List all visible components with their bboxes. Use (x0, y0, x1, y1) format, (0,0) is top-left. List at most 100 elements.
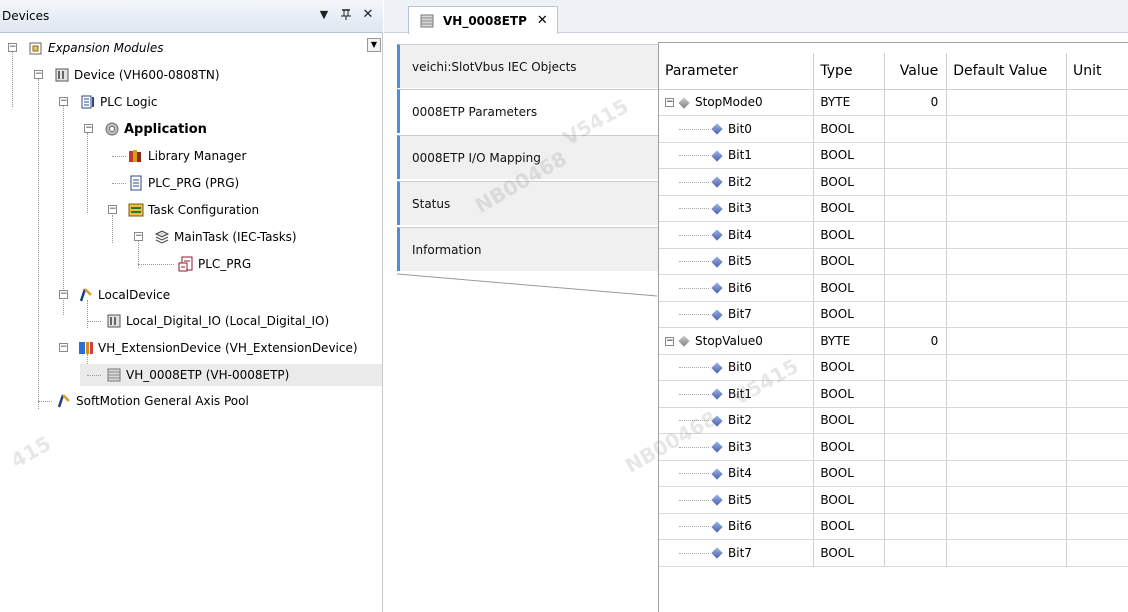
tree-item-plc-prg[interactable]: PLC_PRG (PRG) (0, 172, 239, 194)
parameter-row[interactable]: Bit0 BOOL (659, 354, 1128, 381)
collapse-icon[interactable]: − (134, 232, 143, 241)
tree-item-plc-prg-call[interactable]: PLC_PRG (0, 253, 251, 275)
tree-item-plc-logic[interactable]: − PLC Logic (0, 91, 157, 113)
tab-0008etp-parameters[interactable]: 0008ETP Parameters (397, 89, 658, 133)
collapse-icon[interactable]: − (59, 97, 68, 106)
tree-dropdown-icon[interactable]: ▼ (367, 38, 381, 52)
parameter-name-cell[interactable]: − StopMode0 (659, 89, 815, 116)
collapse-icon[interactable]: − (84, 124, 93, 133)
column-header-parameter[interactable]: Parameter (659, 53, 815, 90)
collapse-icon[interactable]: − (108, 205, 117, 214)
tree-item-library-manager[interactable]: Library Manager (0, 145, 246, 167)
tree-item-localdevice[interactable]: − LocalDevice (0, 284, 170, 306)
tab-0008etp-io-mapping[interactable]: 0008ETP I/O Mapping (397, 135, 658, 179)
parameter-value-cell[interactable] (884, 301, 948, 328)
parameter-value-cell[interactable] (884, 460, 948, 487)
parameter-name-cell[interactable]: − StopValue0 (659, 327, 815, 355)
close-tab-icon[interactable]: ✕ (537, 13, 548, 28)
parameter-value-cell[interactable] (884, 195, 948, 222)
bit-parameter-icon (711, 150, 723, 162)
tab-slotvbus-iec-objects[interactable]: veichi:SlotVbus IEC Objects (397, 44, 658, 88)
parameter-name-cell[interactable]: Bit0 (659, 115, 815, 143)
column-header-unit[interactable]: Unit (1066, 53, 1128, 90)
tree-item-task-configuration[interactable]: − Task Configuration (0, 199, 259, 221)
tree-item-maintask[interactable]: − MainTask (IEC-Tasks) (0, 226, 297, 248)
collapse-icon[interactable]: − (665, 336, 674, 346)
parameter-row[interactable]: Bit1 BOOL (659, 380, 1128, 408)
parameter-row[interactable]: Bit7 BOOL (659, 539, 1128, 567)
parameter-value-cell[interactable] (884, 433, 948, 461)
parameter-row[interactable]: Bit6 BOOL (659, 513, 1128, 540)
column-header-default-value[interactable]: Default Value (946, 53, 1068, 90)
parameter-value-cell[interactable] (884, 142, 948, 169)
parameter-row[interactable]: Bit7 BOOL (659, 301, 1128, 328)
tree-item-device[interactable]: − Device (VH600-0808TN) (0, 64, 220, 86)
tree-item-application[interactable]: − Application (0, 118, 207, 140)
tree-item-vh-extensiondevice[interactable]: − VH_ExtensionDevice (VH_ExtensionDevice… (0, 337, 358, 359)
parameter-value-cell[interactable] (884, 354, 948, 381)
parameter-row[interactable]: Bit3 BOOL (659, 195, 1128, 222)
parameter-unit-cell (1066, 195, 1128, 222)
parameter-name-cell[interactable]: Bit1 (659, 142, 815, 169)
column-header-type[interactable]: Type (813, 53, 886, 90)
parameter-value-cell[interactable] (884, 168, 948, 196)
parameter-group-row[interactable]: − StopValue0 BYTE 0 (659, 327, 1128, 355)
parameter-name-cell[interactable]: Bit3 (659, 433, 815, 461)
collapse-icon[interactable]: − (34, 70, 43, 79)
parameter-value-cell[interactable] (884, 115, 948, 143)
parameter-value-cell[interactable] (884, 513, 948, 540)
close-panel-icon[interactable]: ✕ (360, 7, 376, 23)
parameter-value-cell[interactable]: 0 (884, 89, 948, 116)
panel-menu-dropdown-icon[interactable]: ▼ (316, 7, 332, 23)
parameter-name-cell[interactable]: Bit6 (659, 274, 815, 302)
parameter-value-cell[interactable] (884, 486, 948, 514)
collapse-icon[interactable]: − (59, 290, 68, 299)
parameter-name-cell[interactable]: Bit6 (659, 513, 815, 540)
parameter-name-cell[interactable]: Bit2 (659, 407, 815, 434)
tree-item-vh-0008etp[interactable]: VH_0008ETP (VH-0008ETP) (80, 364, 382, 386)
tab-status[interactable]: Status (397, 181, 658, 225)
parameter-row[interactable]: Bit0 BOOL (659, 115, 1128, 143)
parameter-name-cell[interactable]: Bit7 (659, 539, 815, 567)
parameter-type-cell: BOOL (813, 248, 886, 275)
parameter-row[interactable]: Bit3 BOOL (659, 433, 1128, 461)
parameter-row[interactable]: Bit2 BOOL (659, 168, 1128, 196)
parameter-name-cell[interactable]: Bit7 (659, 301, 815, 328)
tree-item-expansion-modules[interactable]: − Expansion Modules (0, 37, 164, 59)
tree-item-label: Local_Digital_IO (Local_Digital_IO) (126, 314, 330, 328)
parameter-name-cell[interactable]: Bit0 (659, 354, 815, 381)
parameter-group-row[interactable]: − StopMode0 BYTE 0 (659, 89, 1128, 116)
parameter-value-cell[interactable] (884, 248, 948, 275)
parameter-name-cell[interactable]: Bit4 (659, 221, 815, 249)
parameter-row[interactable]: Bit5 BOOL (659, 248, 1128, 275)
tree-item-local-digital-io[interactable]: Local_Digital_IO (Local_Digital_IO) (0, 310, 329, 332)
parameter-row[interactable]: Bit5 BOOL (659, 486, 1128, 514)
parameter-value-cell[interactable] (884, 274, 948, 302)
parameter-value-cell[interactable] (884, 539, 948, 567)
parameter-value-cell[interactable] (884, 221, 948, 249)
parameter-value-cell[interactable] (884, 407, 948, 434)
collapse-icon[interactable]: − (8, 43, 17, 52)
parameter-value-cell[interactable] (884, 380, 948, 408)
parameter-unit-cell (1066, 327, 1128, 355)
parameter-row[interactable]: Bit1 BOOL (659, 142, 1128, 169)
pin-icon[interactable] (338, 7, 354, 23)
parameter-name-cell[interactable]: Bit5 (659, 248, 815, 275)
parameter-row[interactable]: Bit4 BOOL (659, 221, 1128, 249)
parameter-name-cell[interactable]: Bit5 (659, 486, 815, 514)
parameter-name-cell[interactable]: Bit3 (659, 195, 815, 222)
parameter-value-cell[interactable]: 0 (884, 327, 948, 355)
collapse-icon[interactable]: − (665, 98, 674, 108)
tree-connector (679, 287, 709, 289)
parameter-row[interactable]: Bit6 BOOL (659, 274, 1128, 302)
parameter-row[interactable]: Bit2 BOOL (659, 407, 1128, 434)
parameter-name-cell[interactable]: Bit1 (659, 380, 815, 408)
parameter-name-cell[interactable]: Bit4 (659, 460, 815, 487)
parameter-row[interactable]: Bit4 BOOL (659, 460, 1128, 487)
document-tab[interactable]: VH_0008ETP ✕ (408, 6, 558, 34)
column-header-value[interactable]: Value (884, 53, 948, 90)
parameter-name-cell[interactable]: Bit2 (659, 168, 815, 196)
tree-item-softmotion-axis-pool[interactable]: SoftMotion General Axis Pool (0, 390, 249, 412)
collapse-icon[interactable]: − (59, 343, 68, 352)
tab-information[interactable]: Information (397, 227, 658, 271)
